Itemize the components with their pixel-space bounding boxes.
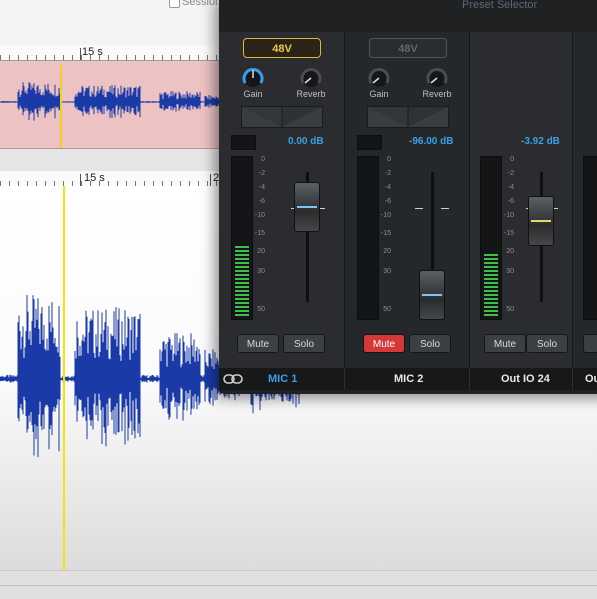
clip-led-mic2 (357, 135, 382, 150)
gain-label-mic2: Gain (369, 89, 389, 99)
channel-namebar-mic1[interactable]: MIC 1 (219, 368, 345, 390)
clip-led-mic1 (231, 135, 256, 150)
meter-scale-label: -2 (384, 170, 391, 177)
channel-name-partial: Ou (585, 373, 597, 385)
channel-name-mic1: MIC 1 (268, 373, 298, 385)
meter-scale-label: -2 (507, 170, 514, 177)
link-icon[interactable] (223, 373, 243, 385)
meter-scale-label: -15 (254, 230, 265, 237)
channel-namebar-out-io24[interactable]: Out IO 24 (470, 368, 573, 390)
meter-scale-label: -15 (503, 230, 514, 237)
meter-scale-label: 20 (506, 248, 514, 255)
meter-scale-label: 50 (257, 306, 265, 313)
gain-label-mic1: Gain (243, 89, 263, 99)
meter-scale-label: 0 (387, 156, 391, 163)
insert-slot-mic1[interactable] (241, 106, 323, 128)
channel-strip-mic2: 48V Gain Reverb -96.00 dB Mute Solo 0 -2… (345, 32, 470, 368)
phantom-power-button-mic2[interactable]: 48V (369, 38, 447, 58)
channel-namebar-mic2[interactable]: MIC 2 (345, 368, 470, 390)
level-meter-mic1 (231, 156, 253, 320)
solo-button-mic1[interactable]: Solo (283, 334, 325, 353)
reverb-label-mic1: Reverb (296, 89, 326, 99)
phantom-power-button-mic1[interactable]: 48V (243, 38, 321, 58)
meter-scale-label: 30 (383, 268, 391, 275)
reverb-label-mic2: Reverb (422, 89, 452, 99)
mute-button-mic2[interactable]: Mute (363, 334, 405, 353)
gain-knob-mic2[interactable] (367, 66, 391, 90)
gain-knob-mic1[interactable] (241, 66, 265, 90)
meter-scale-label: 30 (257, 268, 265, 275)
level-meter-partial (583, 156, 597, 320)
meter-scale-label: 0 (261, 156, 265, 163)
bottom-scrollbar-area[interactable] (0, 570, 597, 599)
meter-scale-label: 50 (506, 306, 514, 313)
reverb-knob-mic2[interactable] (425, 66, 449, 90)
fader-handle-mic1[interactable] (294, 182, 320, 232)
meter-scale-label: -15 (380, 230, 391, 237)
meter-scale-label: -6 (258, 198, 265, 205)
meter-scale-label: -4 (507, 184, 514, 191)
mixer-panel: Preset Selector 48V Gain Reverb 0.00 dB (219, 0, 597, 394)
channel-namebar-partial[interactable]: Ou (573, 368, 597, 390)
session-checkbox[interactable] (169, 0, 180, 8)
meter-scale-label: -4 (384, 184, 391, 191)
mute-button-out-io24[interactable]: Mute (484, 334, 526, 353)
preset-selector[interactable]: Preset Selector (462, 0, 537, 11)
solo-button-mic2[interactable]: Solo (409, 334, 451, 353)
channel-name-mic2: MIC 2 (394, 373, 424, 385)
ruler-label-15s-main: 15 s (84, 172, 105, 184)
meter-scale-label: -10 (254, 212, 265, 219)
reverb-knob-mic1[interactable] (299, 66, 323, 90)
fader-handle-mic2[interactable] (419, 270, 445, 320)
level-meter-mic2 (357, 156, 379, 320)
meter-scale-label: 20 (257, 248, 265, 255)
db-readout-mic1: 0.00 dB (288, 136, 324, 147)
meter-scale-label: -10 (503, 212, 514, 219)
db-readout-out-io24: -3.92 dB (521, 136, 560, 147)
meter-scale-label: 50 (383, 306, 391, 313)
channel-name-out-io24: Out IO 24 (501, 373, 550, 385)
mute-button-partial[interactable]: M (583, 334, 597, 353)
solo-button-out-io24[interactable]: Solo (526, 334, 568, 353)
meter-scale-label: 0 (510, 156, 514, 163)
insert-slot-mic2[interactable] (367, 106, 449, 128)
meter-scale-label: -10 (380, 212, 391, 219)
meter-scale-label: 20 (383, 248, 391, 255)
db-readout-mic2: -96.00 dB (409, 136, 454, 147)
meter-scale-label: -6 (384, 198, 391, 205)
session-label: Session (182, 0, 222, 8)
meter-scale-label: -4 (258, 184, 265, 191)
meter-scale-label: -2 (258, 170, 265, 177)
channel-strip-mic1: 48V Gain Reverb 0.00 dB Mute Solo 0 -2 -4- (219, 32, 345, 368)
mute-button-mic1[interactable]: Mute (237, 334, 279, 353)
fader-handle-out-io24[interactable] (528, 196, 554, 246)
channel-strip-out-io24: -3.92 dB Mute Solo 0 -2 -4 -6 -10 -15 20 30 50 (470, 32, 573, 368)
meter-scale-label: -6 (507, 198, 514, 205)
level-meter-out-io24 (480, 156, 502, 320)
meter-scale-label: 30 (506, 268, 514, 275)
ruler-label-15s: 15 s (82, 46, 103, 58)
channel-strip-partial: M (573, 32, 597, 368)
